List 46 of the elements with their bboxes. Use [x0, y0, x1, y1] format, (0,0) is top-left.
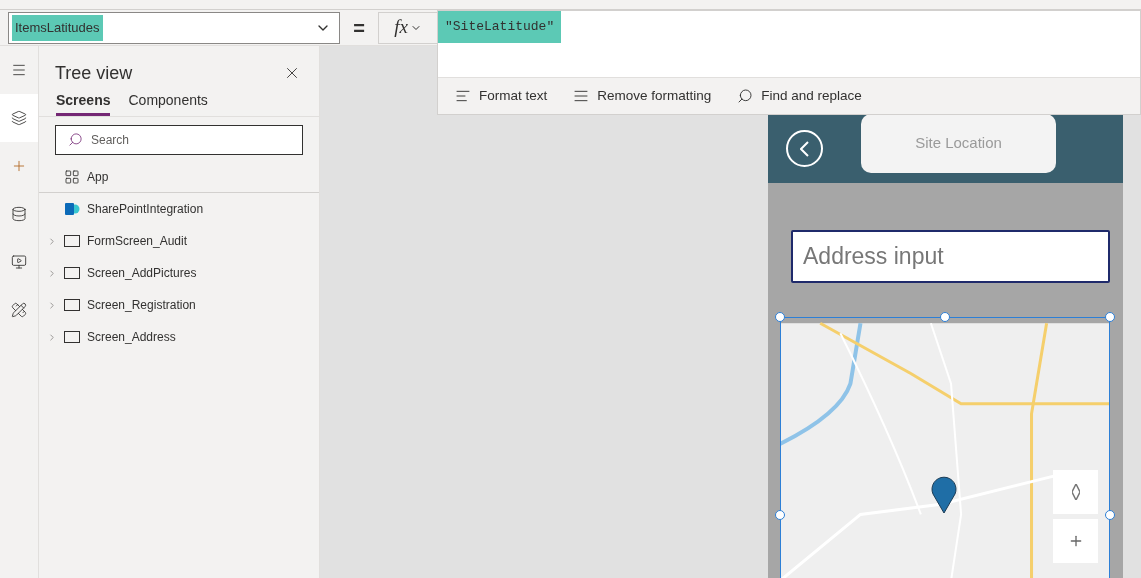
align-justify-icon	[573, 88, 590, 104]
layers-icon[interactable]	[0, 94, 38, 142]
chevron-right-icon[interactable]	[47, 235, 57, 247]
formula-text[interactable]: "SiteLatitude"	[438, 11, 562, 43]
property-dropdown[interactable]: ItemsLatitudes	[8, 11, 340, 44]
tab[interactable]: Screens	[56, 90, 111, 116]
property-value: ItemsLatitudes	[12, 14, 103, 41]
back-button[interactable]	[786, 130, 823, 168]
search-field[interactable]: Search	[55, 125, 303, 155]
toolbar-button[interactable]: Find and replace	[737, 85, 862, 107]
screen-icon	[64, 267, 80, 279]
item-label: Screen_Address	[87, 329, 176, 346]
map-pin-icon	[931, 475, 957, 514]
tree-item[interactable]: Screen_Registration	[39, 289, 319, 321]
item-label: SharePointIntegration	[87, 201, 204, 218]
screen-icon	[64, 235, 80, 247]
tree-item[interactable]: Screen_AddPictures	[39, 257, 319, 289]
tab[interactable]: Components	[128, 90, 208, 116]
compass-button[interactable]	[1053, 469, 1098, 514]
search-icon	[737, 88, 754, 104]
item-label: Screen_AddPictures	[87, 265, 197, 282]
tree-item[interactable]: SharePointIntegration	[39, 193, 319, 225]
item-label: Screen_Registration	[87, 297, 196, 314]
align-left-icon	[455, 88, 471, 104]
fx-button[interactable]: fx	[378, 11, 438, 44]
panel-title: Tree view	[55, 61, 133, 85]
toolbar-button[interactable]: Remove formatting	[573, 85, 712, 107]
item-label: App	[87, 168, 109, 186]
chevron-right-icon[interactable]	[47, 299, 57, 311]
grid-icon	[64, 168, 80, 185]
screen-icon	[64, 331, 80, 343]
chevron-left-icon	[800, 140, 809, 157]
zoom-in-button[interactable]	[1053, 518, 1098, 563]
screen-icon	[64, 299, 80, 311]
sharepoint-icon	[64, 201, 80, 217]
chevron-right-icon[interactable]	[47, 267, 57, 279]
tree-item[interactable]: App	[39, 161, 319, 193]
tree-item[interactable]: Screen_Address	[39, 321, 319, 353]
address-input[interactable]: Address input	[791, 229, 1110, 283]
toolbar-button[interactable]: Format text	[455, 85, 548, 107]
tree-item[interactable]: FormScreen_Audit	[39, 225, 319, 257]
search-icon	[68, 132, 83, 147]
chevron-right-icon[interactable]	[47, 331, 57, 343]
compass-icon	[1071, 483, 1080, 500]
equals-sign: =	[352, 15, 366, 41]
item-label: FormScreen_Audit	[87, 233, 188, 250]
